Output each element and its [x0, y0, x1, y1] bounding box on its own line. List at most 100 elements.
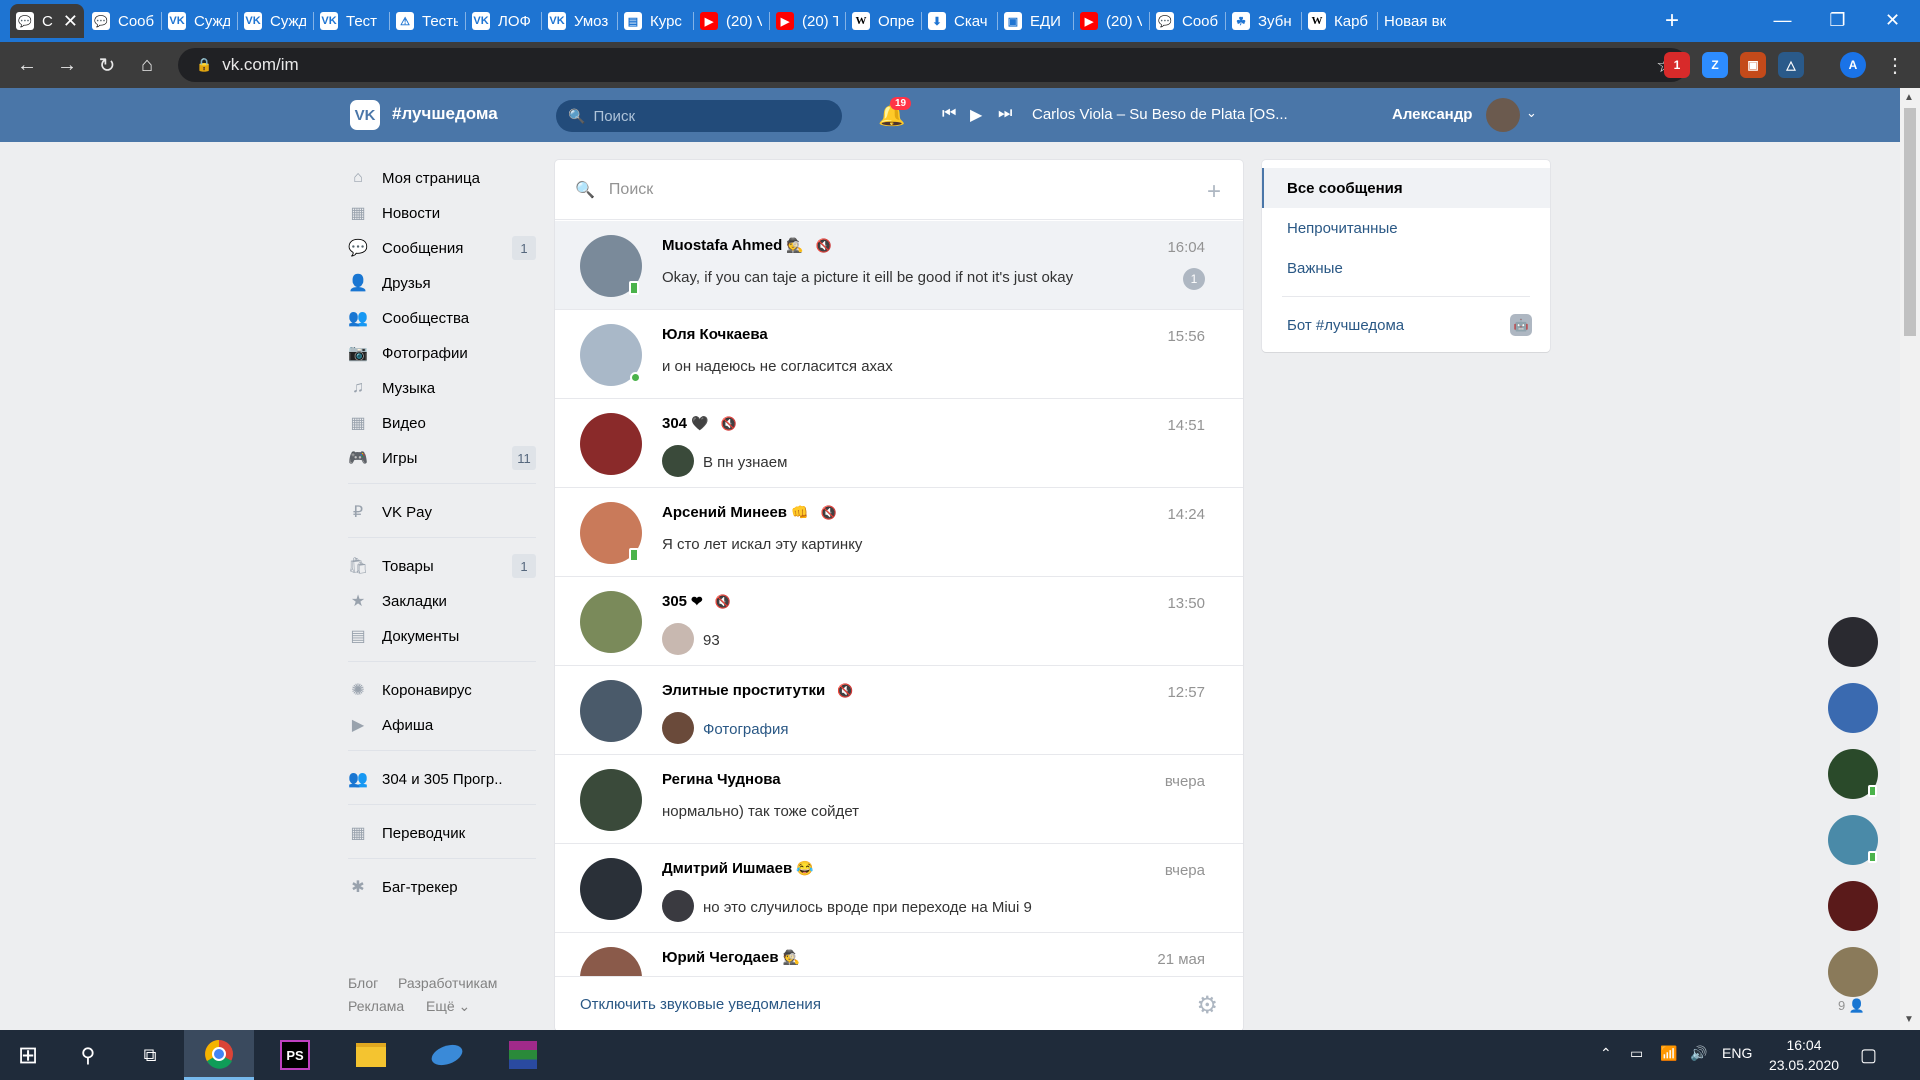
chat-sidebar-avatar[interactable] [1828, 881, 1878, 931]
chat-sidebar-avatar[interactable] [1828, 617, 1878, 667]
browser-tab[interactable]: Новая вкл [1378, 4, 1452, 38]
browser-tab[interactable]: ▶ (20) V [694, 4, 768, 38]
chat-sidebar-count[interactable]: 9 👤 [1838, 998, 1865, 1014]
chat-sidebar-avatar[interactable] [1828, 947, 1878, 997]
user-name[interactable]: Александр [1392, 106, 1472, 123]
sidebar-item[interactable]: ✺ Коронавирус [348, 676, 536, 704]
extension-adblock-icon[interactable]: 1 [1664, 52, 1690, 78]
notification-center-icon[interactable]: ▢ [1860, 1045, 1877, 1066]
current-track-title[interactable]: Carlos Viola – Su Beso de Plata [OS... [1032, 106, 1288, 123]
sidebar-item[interactable]: ♫ Музыка [348, 374, 536, 402]
header-search-input[interactable]: 🔍 Поиск [556, 100, 842, 132]
footer-link-more[interactable]: Ещё ⌄ [426, 998, 470, 1015]
dialog-row[interactable]: 305 ❤ 🔇 13:50 93 [555, 577, 1243, 666]
browser-tab[interactable]: VK Суждения [162, 4, 236, 38]
browser-tab[interactable]: ⬇ Скач [922, 4, 996, 38]
address-bar[interactable]: 🔒 vk.com/im ☆ [178, 48, 1688, 82]
phpstorm-app-icon[interactable]: PS [260, 1030, 330, 1080]
reload-button[interactable]: ↻ [92, 50, 122, 80]
browser-tab[interactable]: ⚠ Тесты [390, 4, 464, 38]
close-window-button[interactable]: ✕ [1865, 0, 1920, 40]
user-avatar[interactable] [1486, 98, 1520, 132]
dialog-row[interactable]: Muostafa Ahmed 🕵 🔇 16:04 Okay, if you can ta… [555, 221, 1243, 310]
scroll-down-arrow-icon[interactable]: ▼ [1904, 1014, 1914, 1025]
dialog-row[interactable]: Юля Кочкаева 15:56 и он надеюсь не согласи… [555, 310, 1243, 399]
browser-tab[interactable]: VK Суждения [238, 4, 312, 38]
chrome-app-icon[interactable] [184, 1030, 254, 1080]
gear-icon[interactable]: ⚙ [1196, 991, 1218, 1020]
extension-drive-icon[interactable]: △ [1778, 52, 1804, 78]
tray-chevron-up-icon[interactable]: ⌃ [1600, 1045, 1612, 1062]
browser-tab[interactable]: 💬 Сообщения [86, 4, 160, 38]
sidebar-item[interactable]: 🛍 Товары 1 [348, 552, 536, 580]
dialog-row[interactable]: Элитные проститутки 🔇 12:57 Фотография [555, 666, 1243, 755]
profile-avatar[interactable]: A [1840, 52, 1866, 78]
filter-bot[interactable]: Бот #лучшедома 🤖 [1262, 305, 1550, 345]
home-button[interactable]: ⌂ [132, 50, 162, 80]
footer-link-blog[interactable]: Блог [348, 975, 378, 991]
footer-link-ads[interactable]: Реклама [348, 998, 404, 1014]
winrar-app-icon[interactable] [488, 1030, 558, 1080]
browser-tab[interactable]: ▣ ЕДИ [998, 4, 1072, 38]
browser-app-icon[interactable] [412, 1030, 482, 1080]
filter-unread[interactable]: Непрочитанные [1262, 208, 1550, 248]
browser-tab[interactable]: VK Тест [314, 4, 388, 38]
play-icon[interactable]: ▶ [970, 105, 982, 125]
chat-sidebar-avatar[interactable] [1828, 683, 1878, 733]
sidebar-item[interactable]: ▦ Переводчик [348, 819, 536, 847]
filter-all-messages[interactable]: Все сообщения [1262, 168, 1550, 208]
vk-hashtag[interactable]: #лучшедома [392, 104, 498, 124]
close-tab-icon[interactable]: ✕ [63, 11, 78, 32]
file-explorer-app-icon[interactable] [336, 1030, 406, 1080]
avatar[interactable] [580, 680, 642, 742]
sidebar-item[interactable]: ⌂ Моя страница [348, 164, 536, 192]
dialog-row[interactable]: 304 🖤 🔇 14:51 В пн узнаем [555, 399, 1243, 488]
avatar[interactable] [580, 769, 642, 831]
browser-tab[interactable]: VK ЛОФ [466, 4, 540, 38]
task-view-icon[interactable]: ⧉ [120, 1030, 180, 1080]
battery-icon[interactable]: ▭ [1630, 1045, 1643, 1062]
dialog-row[interactable]: Регина Чуднова вчера нормально) так тоже с… [555, 755, 1243, 844]
sidebar-item[interactable]: 📷 Фотографии [348, 339, 536, 367]
sidebar-item[interactable]: 👥 304 и 305 Прогр.. [348, 765, 536, 793]
sidebar-item[interactable]: ₽ VK Pay [348, 498, 536, 526]
scrollbar-thumb[interactable] [1904, 108, 1916, 336]
minimize-button[interactable]: — [1755, 0, 1810, 40]
footer-link-developers[interactable]: Разработчикам [398, 975, 497, 991]
avatar[interactable] [580, 591, 642, 653]
volume-icon[interactable]: 🔊 [1690, 1045, 1707, 1062]
avatar[interactable] [580, 858, 642, 920]
sidebar-item[interactable]: ▦ Видео [348, 409, 536, 437]
avatar[interactable] [580, 413, 642, 475]
dialog-row[interactable]: Дмитрий Ишмаев 😂 вчера но это случилось вро… [555, 844, 1243, 933]
chevron-down-icon[interactable]: ⌄ [1526, 105, 1537, 121]
sidebar-item[interactable]: ▤ Документы [348, 622, 536, 650]
back-button[interactable]: ← [12, 50, 42, 80]
vk-logo[interactable]: VK [350, 100, 380, 130]
sidebar-item[interactable]: ✱ Баг-трекер [348, 873, 536, 901]
network-icon[interactable]: 📶 [1660, 1045, 1677, 1062]
sidebar-item[interactable]: ▦ Новости [348, 199, 536, 227]
browser-tab[interactable]: W Карб [1302, 4, 1376, 38]
windows-start-icon[interactable]: ⊞ [0, 1030, 56, 1080]
sidebar-item[interactable]: 🎮 Игры 11 [348, 444, 536, 472]
filter-important[interactable]: Важные [1262, 248, 1550, 288]
sidebar-item[interactable]: 👤 Друзья [348, 269, 536, 297]
system-clock[interactable]: 16:04 23.05.2020 [1758, 1035, 1850, 1075]
dialog-row[interactable]: Арсений Минеев 👊 🔇 14:24 Я сто лет искал эту… [555, 488, 1243, 577]
browser-tab[interactable]: W Опре [846, 4, 920, 38]
browser-tab[interactable]: ☘ Зубн [1226, 4, 1300, 38]
sidebar-item[interactable]: ★ Закладки [348, 587, 536, 615]
new-chat-plus-icon[interactable]: + [1207, 178, 1221, 206]
browser-tab[interactable]: 💬 Сооб [1150, 4, 1224, 38]
next-track-icon[interactable]: ⏭ [998, 105, 1012, 123]
browser-menu-icon[interactable]: ⋮ [1880, 50, 1910, 80]
previous-track-icon[interactable]: ⏮ [942, 105, 956, 123]
restore-button[interactable]: ❐ [1810, 0, 1865, 40]
search-icon[interactable]: ⚲ [56, 1030, 120, 1080]
page-scrollbar[interactable]: ▲ ▼ [1900, 88, 1920, 1030]
sidebar-item[interactable]: ▶ Афиша [348, 711, 536, 739]
new-tab-button[interactable]: + [1657, 4, 1687, 38]
extension-cast-icon[interactable]: ▣ [1740, 52, 1766, 78]
forward-button[interactable]: → [52, 50, 82, 80]
